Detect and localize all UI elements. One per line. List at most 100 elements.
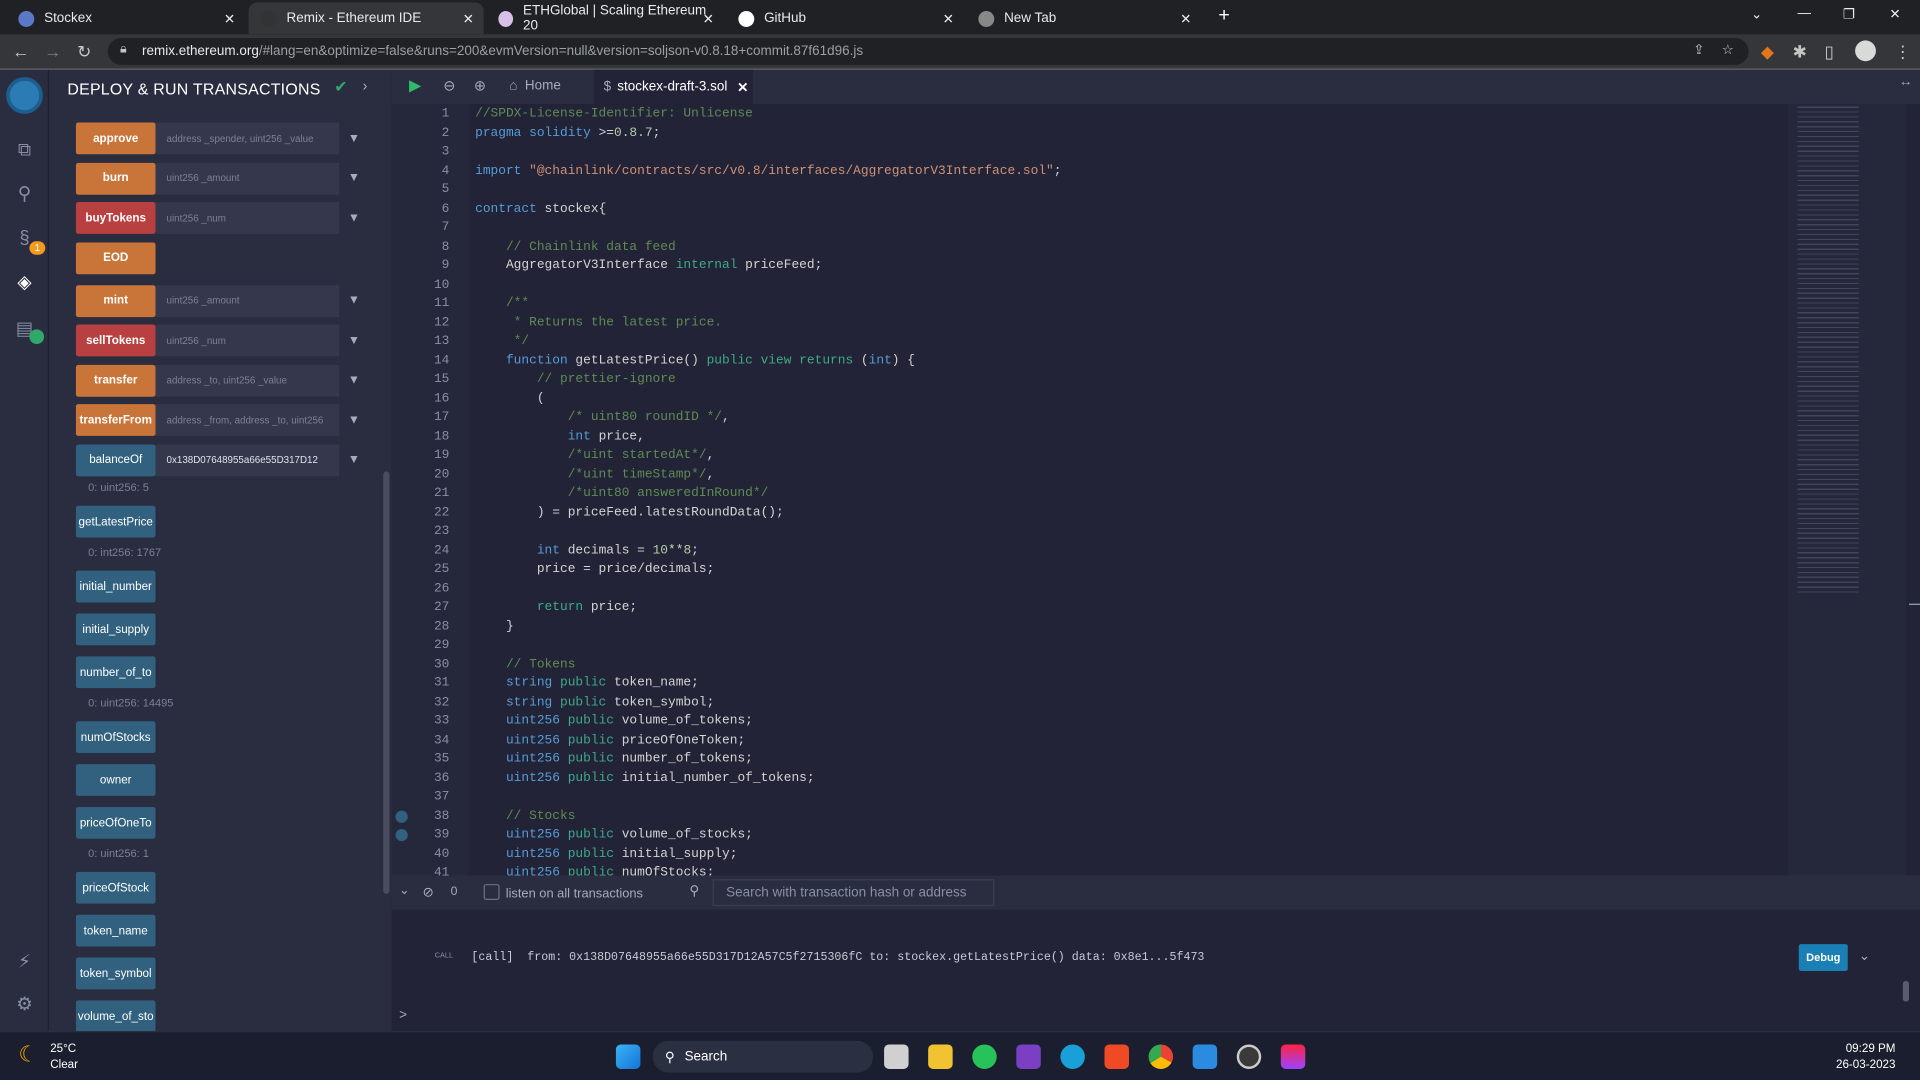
code-line[interactable]: 33 uint256 public volume_of_tokens; xyxy=(392,713,1739,732)
code-line[interactable]: 18 int price, xyxy=(392,428,1739,447)
plugin-manager-icon[interactable]: ⚡︎ xyxy=(13,951,35,973)
function-args-input[interactable]: uint256 _num xyxy=(155,324,340,357)
code-line[interactable]: 6 contract stockex{ xyxy=(392,200,1739,219)
line-number[interactable]: 14 xyxy=(392,352,449,371)
file-explorer-icon[interactable] xyxy=(928,1044,953,1069)
function-args-input[interactable]: address _from, address _to, uint256 xyxy=(155,404,340,436)
function-button-approve[interactable]: approve xyxy=(75,122,156,155)
function-button-mint[interactable]: mint xyxy=(75,284,156,317)
close-tab-icon[interactable]: ✕ xyxy=(737,79,748,95)
clock-time[interactable]: 09:29 PM xyxy=(1846,1042,1896,1055)
line-number[interactable]: 16 xyxy=(392,390,449,409)
vscode-icon[interactable] xyxy=(1192,1044,1218,1069)
expand-chevron-icon[interactable]: ▼ xyxy=(342,294,366,307)
expand-chevron-icon[interactable]: ▼ xyxy=(342,132,366,145)
chrome-icon[interactable] xyxy=(1148,1044,1174,1069)
line-number[interactable]: 6 xyxy=(392,200,450,219)
code-line[interactable]: 3 xyxy=(392,143,1739,162)
code-line[interactable]: 24 int decimals = 10**8; xyxy=(392,542,1739,561)
line-number[interactable]: 30 xyxy=(392,656,449,675)
brave-icon[interactable] xyxy=(1104,1044,1129,1069)
code-line[interactable]: 41 uint256 public numOfStocks; xyxy=(392,864,1739,876)
function-button-getLatestPrice[interactable]: getLatestPrice xyxy=(75,505,156,538)
close-tab-icon[interactable]: ✕ xyxy=(463,10,474,27)
function-button-initial_number[interactable]: initial_number xyxy=(75,570,156,603)
file-explorer-icon[interactable]: ⧉ xyxy=(13,140,35,162)
browser-tab[interactable]: ETHGlobal | Scaling Ethereum 20 ✕ xyxy=(486,2,724,34)
line-number[interactable]: 21 xyxy=(392,485,449,504)
code-line[interactable]: 13 */ xyxy=(392,333,1739,352)
line-number[interactable]: 31 xyxy=(392,675,449,694)
expand-chevron-icon[interactable]: ▼ xyxy=(342,334,366,347)
line-number[interactable]: 41 xyxy=(392,864,449,876)
line-number[interactable]: 20 xyxy=(392,466,449,485)
function-button-numOfStocks[interactable]: numOfStocks xyxy=(75,721,156,754)
zoom-out-icon[interactable]: ⊖ xyxy=(443,77,455,94)
app-flame-icon[interactable] xyxy=(1280,1044,1306,1069)
terminal-prompt[interactable]: > xyxy=(399,1008,407,1023)
code-line[interactable]: 25 price = price/decimals; xyxy=(392,561,1739,580)
line-number[interactable]: 33 xyxy=(392,713,449,732)
code-line[interactable]: 2 pragma solidity >=0.8.7; xyxy=(392,124,1739,143)
address-bar[interactable]: 🔒︎ remix.ethereum.org/#lang=en&optimize=… xyxy=(107,37,1749,65)
close-tab-icon[interactable]: ✕ xyxy=(224,10,235,27)
remix-logo[interactable] xyxy=(6,77,43,114)
code-line[interactable]: 1 //SPDX-License-Identifier: Unlicense xyxy=(392,105,1739,124)
browser-tab[interactable]: Stockex ✕ xyxy=(6,2,245,34)
line-number[interactable]: 19 xyxy=(392,447,449,466)
close-tab-icon[interactable]: ✕ xyxy=(1180,10,1191,27)
edge-icon[interactable] xyxy=(1060,1044,1085,1069)
function-button-EOD[interactable]: EOD xyxy=(75,241,156,274)
line-number[interactable]: 3 xyxy=(392,143,450,162)
line-number[interactable]: 15 xyxy=(392,371,449,390)
line-number[interactable]: 7 xyxy=(392,219,450,238)
listen-checkbox[interactable] xyxy=(483,884,500,901)
function-button-buyTokens[interactable]: buyTokens xyxy=(75,202,156,234)
browser-tab[interactable]: GitHub ✕ xyxy=(726,2,964,34)
chevron-down-icon[interactable]: ⌄ xyxy=(1859,948,1870,964)
code-line[interactable]: 11 /** xyxy=(392,295,1739,314)
line-number[interactable]: 40 xyxy=(392,846,449,865)
code-line[interactable]: 20 /*uint timeStamp*/, xyxy=(392,466,1739,485)
terminal-scrollbar[interactable] xyxy=(1902,980,1909,1002)
code-line[interactable]: 26 xyxy=(392,580,1739,599)
function-args-input[interactable]: uint256 _amount xyxy=(155,162,340,195)
line-number[interactable]: 34 xyxy=(392,732,449,751)
line-number[interactable]: 32 xyxy=(392,694,449,713)
share-icon[interactable]: ⇪ xyxy=(1693,42,1704,58)
function-button-token_name[interactable]: token_name xyxy=(75,914,156,947)
function-button-burn[interactable]: burn xyxy=(75,162,156,195)
forward-icon[interactable]: → xyxy=(44,40,61,62)
line-number[interactable]: 4 xyxy=(392,162,450,181)
line-number[interactable]: 28 xyxy=(392,618,449,637)
close-window-icon[interactable]: ✕ xyxy=(1889,6,1900,22)
expand-chevron-icon[interactable]: ▼ xyxy=(342,413,366,426)
expand-chevron-icon[interactable]: ▼ xyxy=(342,373,366,386)
code-line[interactable]: 31 string public token_name; xyxy=(392,675,1739,694)
collapse-terminal-icon[interactable]: ⌄ xyxy=(399,884,409,897)
line-number[interactable]: 11 xyxy=(392,295,449,314)
taskbar-search[interactable]: ⚲ Search xyxy=(652,1040,874,1073)
line-number[interactable]: 35 xyxy=(392,751,449,770)
search-icon[interactable]: ⚲ xyxy=(13,184,35,206)
breakpoint-marker[interactable] xyxy=(395,810,408,823)
function-button-priceOfOneTo[interactable]: priceOfOneTo xyxy=(75,806,156,839)
code-line[interactable]: 12 * Returns the latest price. xyxy=(392,314,1739,333)
back-icon[interactable]: ← xyxy=(12,40,29,62)
function-button-number_of_to[interactable]: number_of_to xyxy=(75,656,156,689)
temperature[interactable]: 25°C xyxy=(50,1042,76,1055)
code-line[interactable]: 10 xyxy=(392,276,1739,295)
close-tab-icon[interactable]: ✕ xyxy=(943,10,954,27)
code-line[interactable]: 28 } xyxy=(392,618,1739,637)
tab-home[interactable]: ⌂ Home xyxy=(509,78,560,93)
code-line[interactable]: 4 import "@chainlink/contracts/src/v0.8/i… xyxy=(392,162,1739,181)
code-line[interactable]: 38 // Stocks xyxy=(392,808,1739,827)
line-number[interactable]: 29 xyxy=(392,637,449,656)
bookmark-star-icon[interactable]: ☆ xyxy=(1722,42,1734,58)
function-button-owner[interactable]: owner xyxy=(75,764,156,796)
line-number[interactable]: 36 xyxy=(392,770,449,789)
start-windows-icon[interactable] xyxy=(615,1044,641,1069)
function-button-priceOfStock[interactable]: priceOfStock xyxy=(75,871,156,904)
transaction-search-input[interactable]: Search with transaction hash or address xyxy=(712,879,995,907)
code-line[interactable]: 19 /*uint startedAt*/, xyxy=(392,447,1739,466)
